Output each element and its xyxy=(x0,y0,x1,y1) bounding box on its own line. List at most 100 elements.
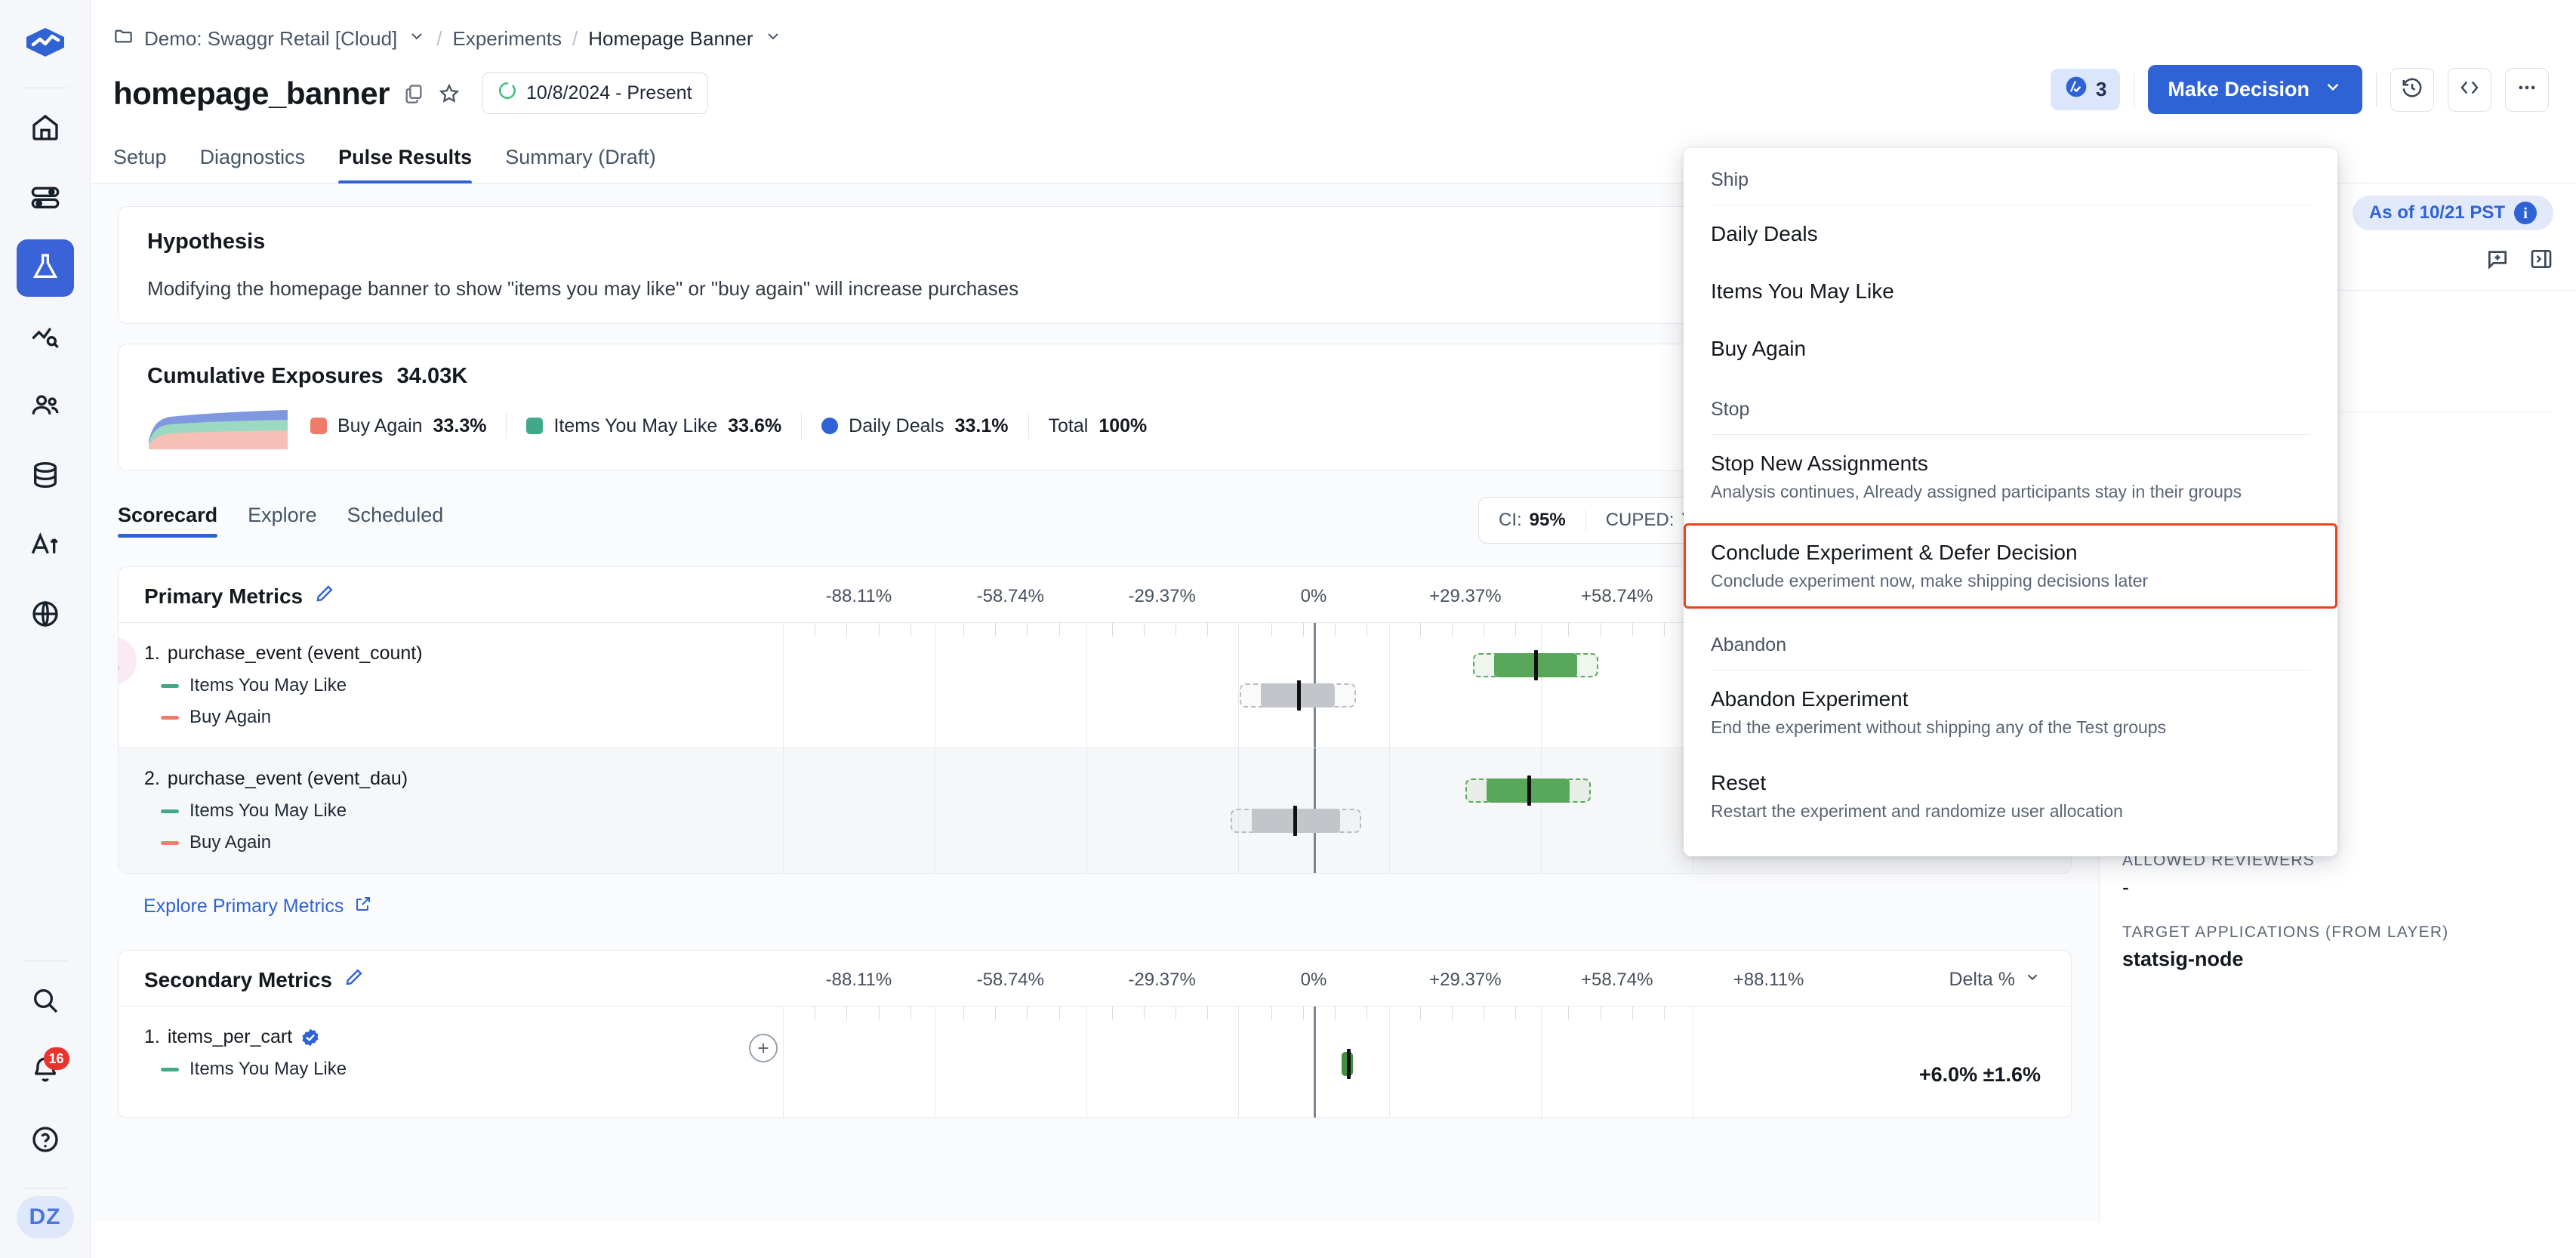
collapse-panel-icon[interactable] xyxy=(2529,247,2553,275)
sidebar-item-web-analytics[interactable] xyxy=(17,587,74,644)
info-icon[interactable]: i xyxy=(2514,202,2537,224)
chart-line-icon xyxy=(30,321,60,355)
tab-scorecard[interactable]: Scorecard xyxy=(118,504,217,538)
variant-row-1b: Buy Again xyxy=(144,707,783,728)
legend-pct-buy-again: 33.3% xyxy=(433,415,487,437)
database-icon xyxy=(30,460,60,494)
variant-label-1b: Buy Again xyxy=(190,707,271,728)
metric-owner-avatar[interactable]: L xyxy=(118,634,140,688)
breadcrumb-sep-1: / xyxy=(436,27,442,51)
side-value-reviewers: - xyxy=(2122,876,2553,899)
tab-summary-draft[interactable]: Summary (Draft) xyxy=(505,146,656,183)
tab-scheduled[interactable]: Scheduled xyxy=(347,504,444,538)
legend-pct-items-you-may-like: 33.6% xyxy=(728,415,781,437)
variant-dash-s1a xyxy=(161,1068,179,1071)
statsig-logo[interactable] xyxy=(20,20,71,71)
menu-item-sub-abandon-experiment: End the experiment without shipping any … xyxy=(1711,717,2310,738)
axis2-tick-1: -58.74% xyxy=(935,970,1086,991)
external-link-icon xyxy=(354,895,372,918)
tab-setup[interactable]: Setup xyxy=(113,146,167,183)
delta-selector-secondary[interactable]: Delta % xyxy=(1844,969,2071,991)
menu-item-reset[interactable]: Reset Restart the experiment and randomi… xyxy=(1684,754,2337,838)
notification-badge: 16 xyxy=(44,1047,69,1070)
variant-dash-1a xyxy=(161,684,179,688)
menu-item-sub-reset: Restart the experiment and randomize use… xyxy=(1711,801,2310,822)
variant-label-2a: Items You May Like xyxy=(190,800,347,822)
metric-index-s1: 1. xyxy=(144,1026,160,1048)
secondary-metrics-title: Secondary Metrics xyxy=(144,968,332,992)
as-of-badge[interactable]: As of 10/21 PST i xyxy=(2353,196,2553,230)
sidebar-item-feature-gates[interactable] xyxy=(17,170,74,227)
chevron-down-icon-delta-2 xyxy=(2024,969,2041,991)
menu-item-abandon-experiment[interactable]: Abandon Experiment End the experiment wi… xyxy=(1684,671,2337,754)
as-of-label: As of 10/21 PST xyxy=(2369,202,2505,224)
explore-primary-metrics-link[interactable]: Explore Primary Metrics xyxy=(118,874,2072,918)
breadcrumb-section[interactable]: Experiments xyxy=(453,27,562,51)
variant-row-s1a: Items You May Like xyxy=(144,1059,783,1080)
ci-point-1a xyxy=(1534,650,1538,680)
sidebar-item-help[interactable] xyxy=(17,1112,74,1170)
variant-dash-2b xyxy=(161,841,179,845)
setting-ci[interactable]: CI: 95% xyxy=(1479,510,1585,531)
tab-explore[interactable]: Explore xyxy=(248,504,317,538)
sidebar-item-experiments[interactable] xyxy=(17,239,74,297)
copy-icon[interactable] xyxy=(403,83,424,104)
rail-divider-bottom xyxy=(23,960,68,961)
sidebar-item-segments[interactable] xyxy=(17,378,74,436)
more-button[interactable] xyxy=(2505,68,2549,112)
menu-group-label-ship: Ship xyxy=(1684,148,2337,205)
edit-pencil-icon[interactable] xyxy=(315,584,334,609)
chevron-down-icon-2[interactable] xyxy=(764,27,782,51)
search-icon xyxy=(30,985,60,1019)
breadcrumb-current[interactable]: Homepage Banner xyxy=(588,27,753,51)
globe-icon xyxy=(30,599,60,633)
menu-item-title-reset: Reset xyxy=(1711,771,2310,795)
date-range-chip[interactable]: 10/8/2024 - Present xyxy=(482,72,708,114)
axis2-tick-4: +29.37% xyxy=(1389,970,1541,991)
breadcrumb-project[interactable]: Demo: Swaggr Retail [Cloud] xyxy=(144,27,397,51)
menu-item-daily-deals[interactable]: Daily Deals xyxy=(1684,205,2337,263)
menu-item-buy-again[interactable]: Buy Again xyxy=(1684,320,2337,378)
sidebar-item-search[interactable] xyxy=(17,973,74,1031)
toggles-icon xyxy=(30,182,60,216)
tab-pulse-results[interactable]: Pulse Results xyxy=(338,146,472,183)
metric-plot-s1 xyxy=(783,1007,1844,1118)
sidebar-item-dynamic-config[interactable] xyxy=(17,517,74,575)
make-decision-button[interactable]: Make Decision xyxy=(2148,65,2362,114)
code-icon xyxy=(2458,76,2481,103)
metric-label-cell-s1: 1. items_per_cart + Items You May Like xyxy=(119,1007,783,1118)
sidebar-item-data[interactable] xyxy=(17,448,74,505)
variant-dash-2a xyxy=(161,809,179,813)
legend-name-daily-deals: Daily Deals xyxy=(849,415,944,437)
menu-item-items-you-may-like[interactable]: Items You May Like xyxy=(1684,263,2337,320)
axis-tick-4: +29.37% xyxy=(1389,586,1541,607)
sidebar-item-metrics[interactable] xyxy=(17,309,74,366)
axis2-tick-5: +58.74% xyxy=(1541,970,1693,991)
sidebar-item-notifications[interactable]: 16 xyxy=(17,1043,74,1100)
chevron-down-icon[interactable] xyxy=(408,27,426,51)
page-title: homepage_banner xyxy=(113,76,390,112)
sidebar-item-home[interactable] xyxy=(17,100,74,158)
legend-divider-3 xyxy=(1028,413,1029,439)
menu-item-title-abandon-experiment: Abandon Experiment xyxy=(1711,687,2310,711)
axis-tick-2: -29.37% xyxy=(1086,586,1238,607)
setting-cuped-label: CUPED: xyxy=(1606,510,1675,531)
header-divider-2 xyxy=(2376,73,2377,106)
add-metric-button[interactable]: + xyxy=(749,1034,778,1062)
menu-item-conclude-experiment-defer-decision[interactable]: Conclude Experiment & Defer Decision Con… xyxy=(1684,523,2337,609)
edit-pencil-icon-2[interactable] xyxy=(344,967,364,992)
star-icon[interactable] xyxy=(438,82,461,105)
code-button[interactable] xyxy=(2448,68,2491,112)
avatar[interactable]: DZ xyxy=(17,1196,74,1238)
table-row: 1. items_per_cart + Items You May Like xyxy=(119,1006,2071,1118)
breadcrumb-sep-2: / xyxy=(572,27,578,51)
menu-item-stop-new-assignments[interactable]: Stop New Assignments Analysis continues,… xyxy=(1684,435,2337,519)
secondary-axis-labels: -88.11% -58.74% -29.37% 0% +29.37% +58.7… xyxy=(783,970,1844,991)
tab-diagnostics[interactable]: Diagnostics xyxy=(200,146,306,183)
legend-name-items-you-may-like: Items You May Like xyxy=(553,415,717,437)
flask-icon xyxy=(30,251,60,285)
axis2-tick-2: -29.37% xyxy=(1086,970,1238,991)
add-comment-icon[interactable] xyxy=(2485,247,2510,275)
review-count-pill[interactable]: 3 xyxy=(2051,69,2120,110)
history-button[interactable] xyxy=(2390,68,2434,112)
